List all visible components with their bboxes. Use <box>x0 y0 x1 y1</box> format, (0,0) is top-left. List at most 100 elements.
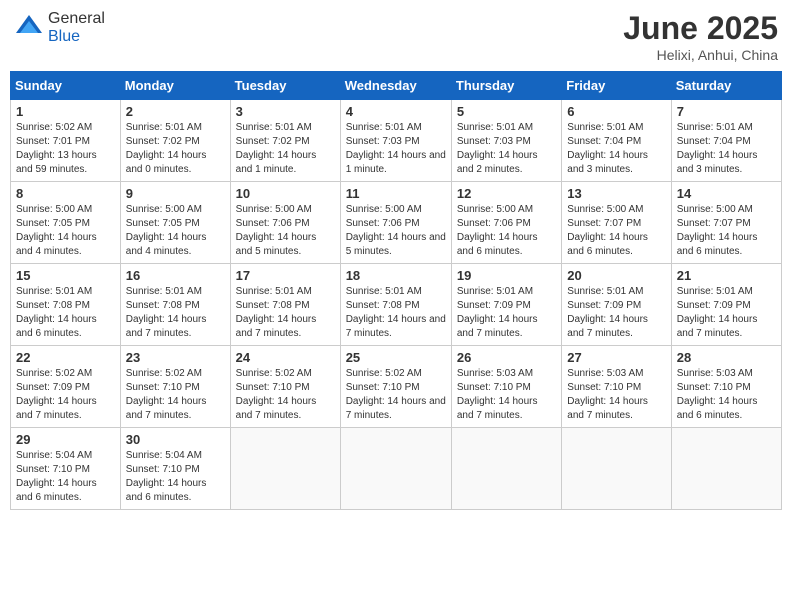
day-number: 14 <box>677 186 776 201</box>
day-info: Sunrise: 5:03 AMSunset: 7:10 PMDaylight:… <box>677 367 776 423</box>
table-row: 2 Sunrise: 5:01 AMSunset: 7:02 PMDaylight… <box>120 100 230 182</box>
day-info: Sunrise: 5:01 AMSunset: 7:09 PMDaylight:… <box>567 285 665 341</box>
day-number: 1 <box>16 104 115 119</box>
table-row: 4 Sunrise: 5:01 AMSunset: 7:03 PMDaylight… <box>340 100 451 182</box>
calendar-week-row: 15 Sunrise: 5:01 AMSunset: 7:08 PMDayligh… <box>11 264 782 346</box>
day-info: Sunrise: 5:00 AMSunset: 7:05 PMDaylight:… <box>16 203 115 259</box>
table-row: 12 Sunrise: 5:00 AMSunset: 7:06 PMDayligh… <box>451 182 561 264</box>
day-info: Sunrise: 5:01 AMSunset: 7:02 PMDaylight:… <box>126 121 225 177</box>
day-info: Sunrise: 5:02 AMSunset: 7:09 PMDaylight:… <box>16 367 115 423</box>
location-subtitle: Helixi, Anhui, China <box>623 47 778 63</box>
day-info: Sunrise: 5:00 AMSunset: 7:05 PMDaylight:… <box>126 203 225 259</box>
table-row: 1 Sunrise: 5:02 AMSunset: 7:01 PMDaylight… <box>11 100 121 182</box>
table-row: 5 Sunrise: 5:01 AMSunset: 7:03 PMDaylight… <box>451 100 561 182</box>
day-info: Sunrise: 5:01 AMSunset: 7:09 PMDaylight:… <box>457 285 556 341</box>
day-number: 15 <box>16 268 115 283</box>
day-number: 9 <box>126 186 225 201</box>
day-info: Sunrise: 5:02 AMSunset: 7:01 PMDaylight:… <box>16 121 115 177</box>
day-number: 7 <box>677 104 776 119</box>
table-row: 28 Sunrise: 5:03 AMSunset: 7:10 PMDayligh… <box>671 346 781 428</box>
table-row: 17 Sunrise: 5:01 AMSunset: 7:08 PMDayligh… <box>230 264 340 346</box>
day-info: Sunrise: 5:02 AMSunset: 7:10 PMDaylight:… <box>236 367 335 423</box>
table-row: 29Sunrise: 5:04 AMSunset: 7:10 PMDayligh… <box>11 428 121 510</box>
day-info: Sunrise: 5:01 AMSunset: 7:08 PMDaylight:… <box>16 285 115 341</box>
table-row: 20 Sunrise: 5:01 AMSunset: 7:09 PMDayligh… <box>562 264 671 346</box>
table-row <box>451 428 561 510</box>
table-row: 15 Sunrise: 5:01 AMSunset: 7:08 PMDayligh… <box>11 264 121 346</box>
table-row: 26 Sunrise: 5:03 AMSunset: 7:10 PMDayligh… <box>451 346 561 428</box>
day-info: Sunrise: 5:01 AMSunset: 7:04 PMDaylight:… <box>677 121 776 177</box>
day-info: Sunrise: 5:01 AMSunset: 7:08 PMDaylight:… <box>236 285 335 341</box>
weekday-header-friday: Friday <box>562 72 671 100</box>
table-row: 8 Sunrise: 5:00 AMSunset: 7:05 PMDaylight… <box>11 182 121 264</box>
table-row: 7 Sunrise: 5:01 AMSunset: 7:04 PMDaylight… <box>671 100 781 182</box>
table-row: 6Sunrise: 5:01 AMSunset: 7:04 PMDaylight… <box>562 100 671 182</box>
table-row: 16 Sunrise: 5:01 AMSunset: 7:08 PMDayligh… <box>120 264 230 346</box>
day-number: 16 <box>126 268 225 283</box>
table-row: 24 Sunrise: 5:02 AMSunset: 7:10 PMDayligh… <box>230 346 340 428</box>
table-row: 3 Sunrise: 5:01 AMSunset: 7:02 PMDaylight… <box>230 100 340 182</box>
day-info: Sunrise: 5:00 AMSunset: 7:06 PMDaylight:… <box>236 203 335 259</box>
day-number: 13 <box>567 186 665 201</box>
day-info: Sunrise: 5:02 AMSunset: 7:10 PMDaylight:… <box>126 367 225 423</box>
day-number: 30 <box>126 432 225 447</box>
day-info: Sunrise: 5:01 AMSunset: 7:03 PMDaylight:… <box>457 121 556 177</box>
logo: General Blue <box>14 10 105 46</box>
day-number: 2 <box>126 104 225 119</box>
day-number: 23 <box>126 350 225 365</box>
day-info: Sunrise: 5:01 AMSunset: 7:02 PMDaylight:… <box>236 121 335 177</box>
table-row: 23 Sunrise: 5:02 AMSunset: 7:10 PMDayligh… <box>120 346 230 428</box>
calendar-table: SundayMondayTuesdayWednesdayThursdayFrid… <box>10 71 782 510</box>
table-row <box>340 428 451 510</box>
day-number: 22 <box>16 350 115 365</box>
day-info: Sunrise: 5:01 AMSunset: 7:03 PMDaylight:… <box>346 121 446 177</box>
table-row: 13Sunrise: 5:00 AMSunset: 7:07 PMDayligh… <box>562 182 671 264</box>
table-row: 10 Sunrise: 5:00 AMSunset: 7:06 PMDayligh… <box>230 182 340 264</box>
day-info: Sunrise: 5:03 AMSunset: 7:10 PMDaylight:… <box>457 367 556 423</box>
title-area: June 2025 Helixi, Anhui, China <box>623 10 778 63</box>
table-row: 30 Sunrise: 5:04 AMSunset: 7:10 PMDayligh… <box>120 428 230 510</box>
day-number: 17 <box>236 268 335 283</box>
table-row: 22 Sunrise: 5:02 AMSunset: 7:09 PMDayligh… <box>11 346 121 428</box>
table-row: 18 Sunrise: 5:01 AMSunset: 7:08 PMDayligh… <box>340 264 451 346</box>
weekday-header-sunday: Sunday <box>11 72 121 100</box>
weekday-header-wednesday: Wednesday <box>340 72 451 100</box>
day-number: 8 <box>16 186 115 201</box>
logo-icon <box>14 13 44 43</box>
day-number: 11 <box>346 186 446 201</box>
day-number: 27 <box>567 350 665 365</box>
day-number: 12 <box>457 186 556 201</box>
weekday-header-monday: Monday <box>120 72 230 100</box>
day-info: Sunrise: 5:04 AMSunset: 7:10 PMDaylight:… <box>126 449 225 505</box>
header: General Blue June 2025 Helixi, Anhui, Ch… <box>10 10 782 63</box>
day-info: Sunrise: 5:00 AMSunset: 7:06 PMDaylight:… <box>346 203 446 259</box>
day-info: Sunrise: 5:01 AMSunset: 7:09 PMDaylight:… <box>677 285 776 341</box>
day-number: 3 <box>236 104 335 119</box>
weekday-header-saturday: Saturday <box>671 72 781 100</box>
day-number: 21 <box>677 268 776 283</box>
table-row <box>230 428 340 510</box>
day-number: 4 <box>346 104 446 119</box>
calendar-week-row: 29Sunrise: 5:04 AMSunset: 7:10 PMDayligh… <box>11 428 782 510</box>
day-number: 20 <box>567 268 665 283</box>
calendar-week-row: 1 Sunrise: 5:02 AMSunset: 7:01 PMDaylight… <box>11 100 782 182</box>
day-number: 19 <box>457 268 556 283</box>
day-info: Sunrise: 5:03 AMSunset: 7:10 PMDaylight:… <box>567 367 665 423</box>
table-row: 11 Sunrise: 5:00 AMSunset: 7:06 PMDayligh… <box>340 182 451 264</box>
weekday-header-thursday: Thursday <box>451 72 561 100</box>
day-number: 28 <box>677 350 776 365</box>
day-number: 10 <box>236 186 335 201</box>
day-info: Sunrise: 5:01 AMSunset: 7:08 PMDaylight:… <box>126 285 225 341</box>
day-number: 18 <box>346 268 446 283</box>
day-info: Sunrise: 5:00 AMSunset: 7:07 PMDaylight:… <box>677 203 776 259</box>
calendar-week-row: 22 Sunrise: 5:02 AMSunset: 7:09 PMDayligh… <box>11 346 782 428</box>
table-row <box>562 428 671 510</box>
day-number: 6 <box>567 104 665 119</box>
day-info: Sunrise: 5:04 AMSunset: 7:10 PMDaylight:… <box>16 449 115 505</box>
day-info: Sunrise: 5:01 AMSunset: 7:08 PMDaylight:… <box>346 285 446 341</box>
day-info: Sunrise: 5:00 AMSunset: 7:06 PMDaylight:… <box>457 203 556 259</box>
table-row <box>671 428 781 510</box>
day-number: 26 <box>457 350 556 365</box>
day-number: 5 <box>457 104 556 119</box>
day-number: 24 <box>236 350 335 365</box>
